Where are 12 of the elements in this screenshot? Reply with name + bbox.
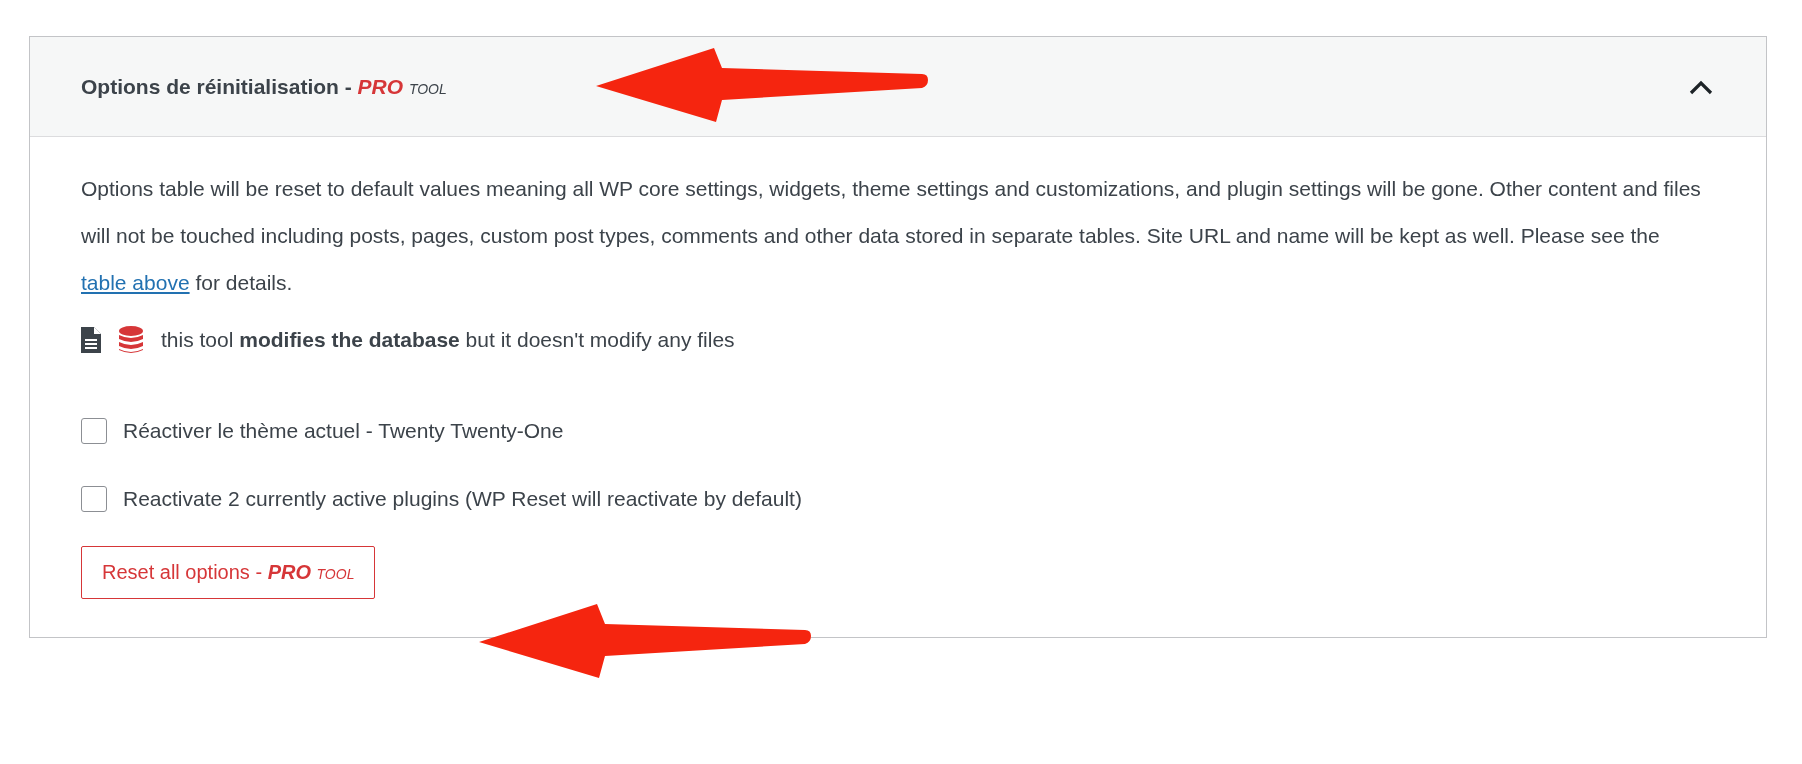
checkbox[interactable] (81, 486, 107, 512)
checkbox[interactable] (81, 418, 107, 444)
table-link[interactable]: table above (81, 271, 190, 294)
checkbox-label: Reactivate 2 currently active plugins (WP Reset will reactivate by default) (123, 487, 802, 511)
note-text: this tool modifies the database but it doesn't modify any files (161, 328, 735, 352)
file-icon (81, 327, 101, 353)
section-title: Options de réinitialisation - PRO TOOL (81, 74, 447, 99)
chevron-icon[interactable] (1688, 78, 1714, 95)
checkbox-label: Réactiver le thème actuel - Twenty Twenty-One (123, 419, 564, 443)
database-icon (119, 326, 143, 354)
reset-button[interactable]: Reset all options - PRO TOOL (81, 546, 376, 599)
description-text: Options table will be reset to default values meaning all WP core settings, widgets, theme settings and customizations, and plugin settings will be gone. Other content and files will not be touched including posts, pages, custom post types, comments and other data stored in separate tables. Site URL and name will be kept as well. Please see the table above for details. (81, 176, 1702, 296)
